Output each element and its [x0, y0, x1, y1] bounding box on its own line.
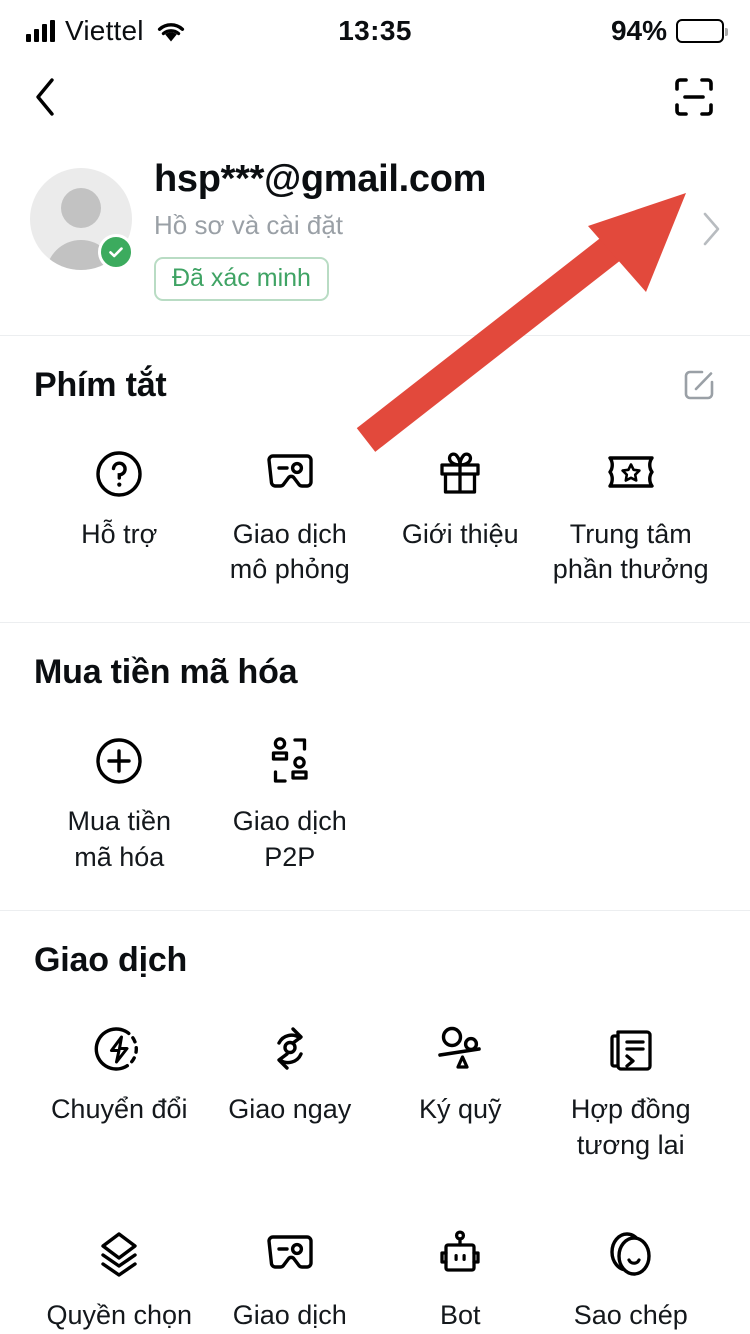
status-bar-left: Viettel [26, 15, 188, 47]
status-bar-right: 94% [610, 15, 728, 47]
tile-label: Hỗ trợ [81, 518, 158, 549]
vr-goggles-demo-icon [261, 1226, 319, 1284]
status-bar: Viettel 13:35 94% [0, 0, 750, 62]
tile-demo-trading[interactable]: Giao dịch mô phỏng [205, 417, 376, 589]
tile-label: Giao dịch mô phỏng [229, 518, 350, 585]
question-circle-icon [91, 445, 147, 503]
section-buy-crypto: Mua tiền mã hóa Mua tiền mã hóa Giao dịc… [0, 623, 750, 910]
scan-qr-icon [675, 77, 713, 116]
check-badge-icon [98, 234, 134, 270]
tile-label: Bot [439, 1299, 481, 1330]
avatar[interactable] [30, 168, 134, 270]
shortcuts-grid: Hỗ trợ Giao dịch mô phỏng Giới thiệu Tru… [34, 417, 716, 589]
tile-label: Giới thiệu [401, 518, 519, 549]
tile-label: Quyền chọn [46, 1299, 193, 1330]
back-button[interactable] [34, 77, 56, 121]
tile-options[interactable]: Quyền chọn [34, 1198, 205, 1334]
profile-subtitle: Hồ sơ và cài đặt [154, 209, 344, 240]
section-header: Giao dịch [34, 941, 716, 980]
convert-lightning-icon [91, 1020, 147, 1078]
tile-label: Giao dịch P2P [232, 806, 347, 873]
tile-label: Sao chép giao dịch [573, 1299, 688, 1330]
tile-label: Trung tâm phần thưởng [552, 518, 709, 585]
section-trade: Giao dịch Chuyển đổi Giao ngay Ký quỹ Hợ… [0, 911, 750, 1334]
battery-percent-label: 94% [610, 15, 667, 46]
tile-buy-crypto[interactable]: Mua tiền mã hóa [34, 704, 205, 876]
vr-goggles-demo-icon [261, 445, 319, 503]
tile-label: Chuyển đổi [50, 1094, 188, 1125]
account-email: hsp***@gmail.com [154, 158, 487, 200]
trade-grid: Chuyển đổi Giao ngay Ký quỹ Hợp đồng tươ… [34, 992, 716, 1334]
tile-label: Hợp đồng tương lai [570, 1094, 691, 1161]
tile-support[interactable]: Hỗ trợ [34, 417, 205, 589]
tile-label: Giao dịch mô phỏng [232, 1299, 347, 1330]
tile-label: Giao ngay [228, 1094, 352, 1125]
robot-bot-icon [433, 1226, 487, 1284]
edit-pencil-icon[interactable] [682, 368, 716, 402]
carrier-label: Viettel [65, 15, 144, 46]
tile-margin[interactable]: Ký quỹ [375, 992, 546, 1164]
tile-bot[interactable]: Bot [375, 1198, 546, 1334]
wifi-icon [157, 23, 184, 42]
ticket-star-icon [602, 445, 660, 503]
nav-bar [0, 62, 750, 136]
tile-spot[interactable]: Giao ngay [205, 992, 376, 1164]
section-shortcuts: Phím tắt Hỗ trợ Giao dịch mô phỏng Giới … [0, 336, 750, 623]
profile-text: hsp***@gmail.com Hồ sơ và cài đặt Đã xác… [154, 158, 694, 301]
buy-crypto-grid: Mua tiền mã hóa Giao dịch P2P [34, 704, 716, 876]
app-screen: Viettel 13:35 94% hsp***@gmail.com Hồ sơ… [0, 0, 750, 1334]
margin-scale-icon [432, 1020, 488, 1078]
tile-label: Ký quỹ [418, 1094, 502, 1125]
tile-futures[interactable]: Hợp đồng tương lai [546, 992, 717, 1164]
section-title: Mua tiền mã hóa [34, 653, 298, 692]
chevron-right-icon[interactable] [702, 212, 722, 246]
section-title: Giao dịch [34, 941, 188, 980]
tile-rewards-center[interactable]: Trung tâm phần thưởng [546, 417, 717, 589]
battery-icon [676, 19, 728, 43]
tile-demo-trading-2[interactable]: Giao dịch mô phỏng [205, 1198, 376, 1334]
futures-document-icon [604, 1020, 658, 1078]
gift-box-icon [432, 445, 488, 503]
scan-button[interactable] [672, 75, 716, 124]
tile-p2p-trading[interactable]: Giao dịch P2P [205, 704, 376, 876]
status-badge: Đã xác minh [154, 256, 329, 301]
profile-row[interactable]: hsp***@gmail.com Hồ sơ và cài đặt Đã xác… [0, 136, 750, 335]
section-title: Phím tắt [34, 365, 167, 404]
tile-label: Mua tiền mã hóa [67, 806, 172, 873]
options-layers-icon [91, 1226, 147, 1284]
section-header: Phím tắt [34, 366, 716, 405]
spot-refresh-icon [262, 1020, 318, 1078]
section-header: Mua tiền mã hóa [34, 653, 716, 692]
back-chevron-icon [36, 77, 54, 116]
copy-trading-circles-icon [603, 1226, 659, 1284]
p2p-people-icon [262, 732, 318, 790]
tile-referral[interactable]: Giới thiệu [375, 417, 546, 589]
tile-copy-trading[interactable]: Sao chép giao dịch [546, 1198, 717, 1334]
signal-bars-icon [26, 20, 55, 42]
tile-convert[interactable]: Chuyển đổi [34, 992, 205, 1164]
plus-circle-icon [91, 732, 147, 790]
